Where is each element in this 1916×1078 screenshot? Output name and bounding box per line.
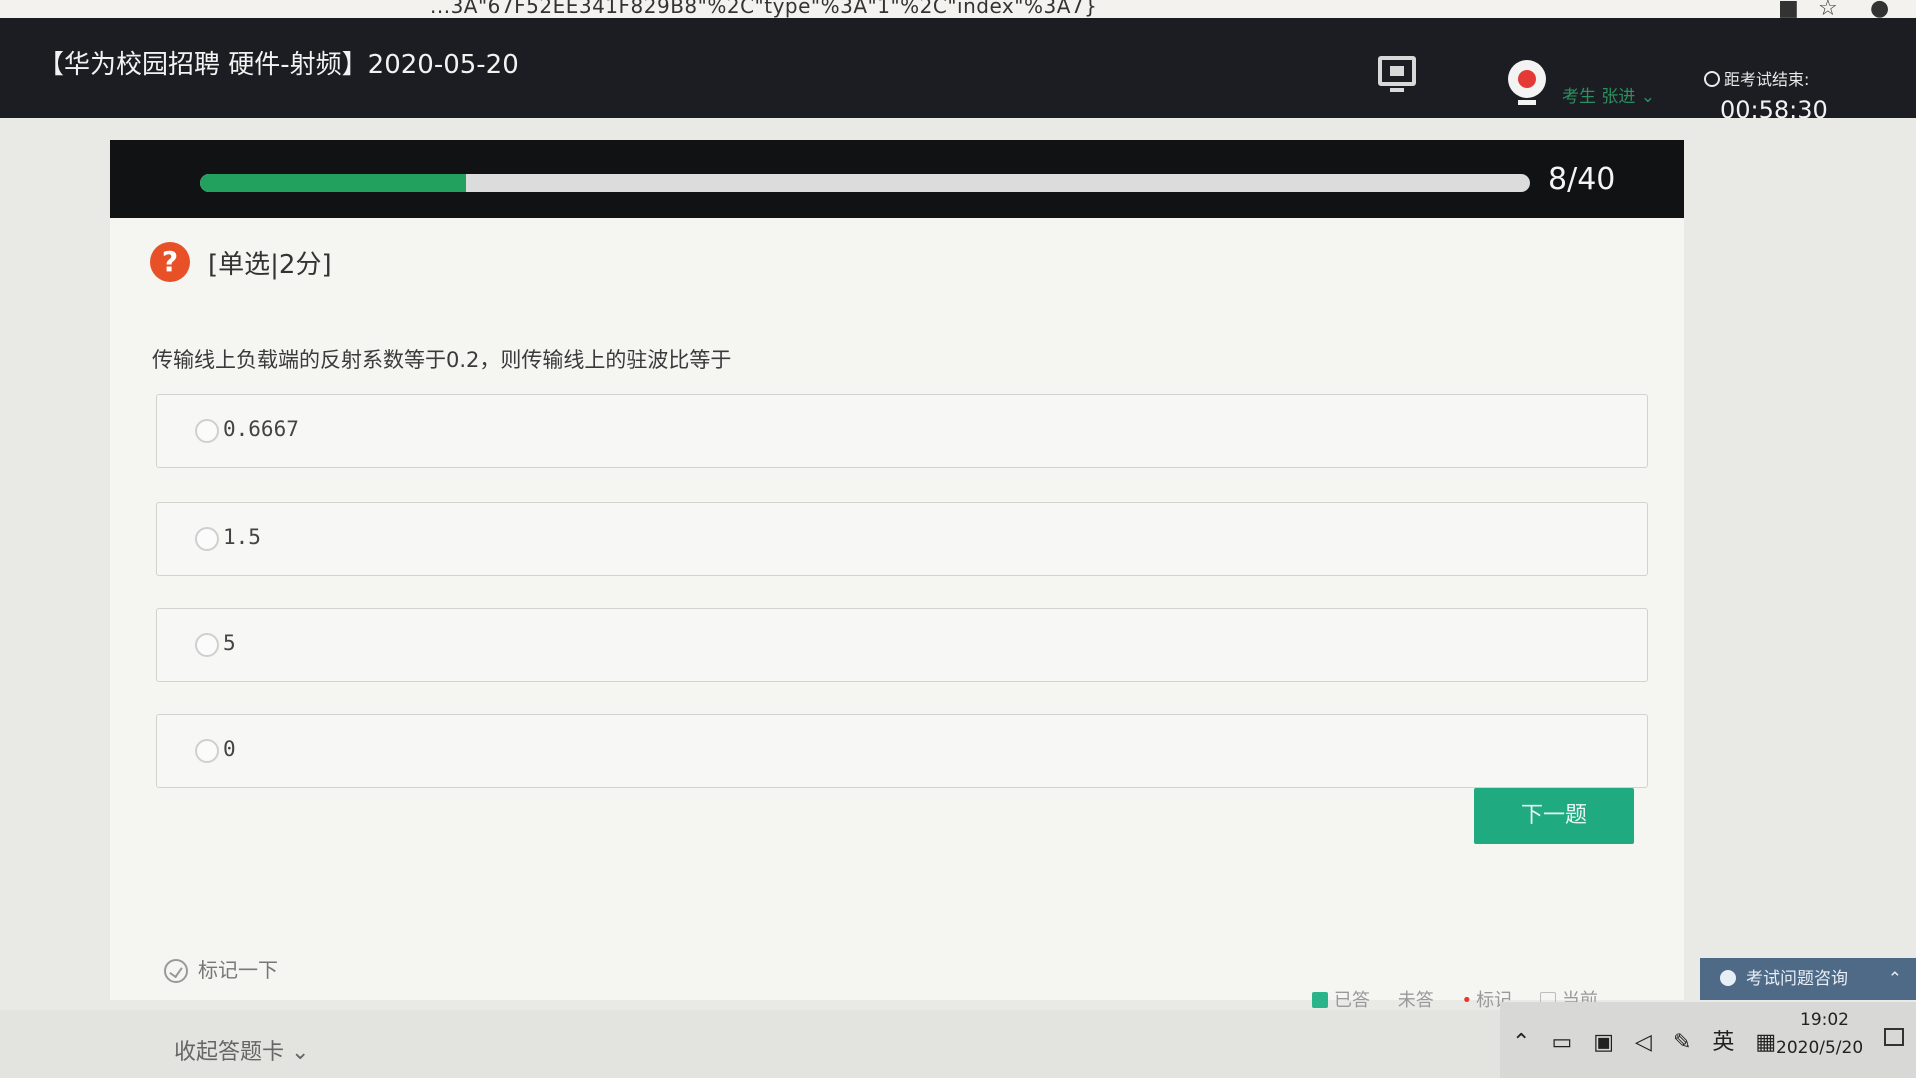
option-a[interactable]: 0.6667 bbox=[156, 394, 1648, 468]
answered-swatch bbox=[1312, 992, 1328, 1008]
radio-button[interactable] bbox=[195, 739, 219, 763]
option-label: 0 bbox=[223, 737, 236, 761]
ime-grid-icon[interactable]: ▦ bbox=[1755, 1030, 1776, 1055]
question-text: 传输线上负载端的反射系数等于0.2，则传输线上的驻波比等于 bbox=[152, 348, 732, 372]
exam-header: 【华为校园招聘 硬件-射频】2020-05-20 考生 张进 ⌄ 距考试结束: … bbox=[0, 18, 1916, 124]
option-c[interactable]: 5 bbox=[156, 608, 1648, 682]
pen-icon[interactable]: ✎ bbox=[1673, 1030, 1691, 1055]
volume-icon[interactable]: ◁ bbox=[1635, 1030, 1652, 1055]
exam-title: 【华为校园招聘 硬件-射频】2020-05-20 bbox=[38, 50, 519, 80]
radio-button[interactable] bbox=[195, 419, 219, 443]
battery-icon[interactable]: ▭ bbox=[1551, 1030, 1572, 1055]
webcam-icon[interactable] bbox=[1508, 60, 1546, 105]
screen-monitor-icon[interactable] bbox=[1378, 56, 1416, 92]
option-b[interactable]: 1.5 bbox=[156, 502, 1648, 576]
browser-url-bar[interactable]: ...3A"67F52EE341F829B8"%2C"type"%3A"1"%2… bbox=[0, 0, 1916, 18]
chat-bubble-icon bbox=[1720, 970, 1736, 986]
question-card: 8/40 ? [单选|2分] 传输线上负载端的反射系数等于0.2，则传输线上的驻… bbox=[110, 140, 1684, 1000]
network-icon[interactable]: ▣ bbox=[1593, 1030, 1614, 1055]
system-taskbar: ⌃ ▭ ▣ ◁ ✎ 英 ▦ 19:02 2020/5/20 bbox=[1500, 1002, 1916, 1078]
progress-track bbox=[200, 174, 1530, 192]
system-date[interactable]: 2020/5/20 bbox=[1776, 1038, 1863, 1058]
question-type: [单选|2分] bbox=[208, 250, 332, 280]
question-mark-icon: ? bbox=[150, 242, 190, 282]
notification-icon[interactable] bbox=[1884, 1028, 1904, 1046]
clock-icon bbox=[1704, 71, 1720, 87]
progress-header: 8/40 bbox=[110, 140, 1684, 218]
legend-unanswered: 未答 bbox=[1397, 990, 1434, 1011]
candidate-name[interactable]: 考生 张进 ⌄ bbox=[1562, 82, 1655, 107]
radio-button[interactable] bbox=[195, 527, 219, 551]
option-label: 0.6667 bbox=[223, 417, 299, 441]
countdown-timer: 00:58:30 bbox=[1720, 96, 1828, 124]
next-question-button[interactable]: 下一题 bbox=[1474, 788, 1634, 844]
bookmark-star-icon[interactable]: ☆ bbox=[1818, 0, 1838, 18]
legend-answered: 已答 bbox=[1312, 986, 1370, 1012]
show-hidden-icons-icon[interactable]: ⌃ bbox=[1512, 1030, 1530, 1055]
progress-fill bbox=[200, 174, 466, 192]
option-label: 1.5 bbox=[223, 525, 261, 549]
system-tray: ⌃ ▭ ▣ ◁ ✎ 英 ▦ bbox=[1512, 1024, 1790, 1056]
url-text: ...3A"67F52EE341F829B8"%2C"type"%3A"1"%2… bbox=[430, 0, 1098, 18]
collapse-answer-card-button[interactable]: 收起答题卡 ⌄ bbox=[174, 1034, 309, 1066]
option-label: 5 bbox=[223, 631, 236, 655]
exam-consult-button[interactable]: 考试问题咨询 ⌃ bbox=[1700, 958, 1916, 1000]
progress-count: 8/40 bbox=[1548, 162, 1616, 197]
option-d[interactable]: 0 bbox=[156, 714, 1648, 788]
timer-label: 距考试结束: bbox=[1704, 66, 1809, 90]
system-time[interactable]: 19:02 bbox=[1800, 1010, 1849, 1030]
ime-indicator[interactable]: 英 bbox=[1712, 1030, 1734, 1055]
mark-question-toggle[interactable]: 标记一下 bbox=[164, 954, 278, 983]
chevron-up-icon[interactable]: ⌃ bbox=[1888, 958, 1902, 1000]
check-circle-icon bbox=[164, 959, 188, 983]
extension-icon[interactable]: ■ bbox=[1778, 0, 1799, 18]
radio-button[interactable] bbox=[195, 633, 219, 657]
profile-icon[interactable]: ● bbox=[1870, 0, 1889, 18]
marked-dot-icon: • bbox=[1461, 990, 1473, 1011]
